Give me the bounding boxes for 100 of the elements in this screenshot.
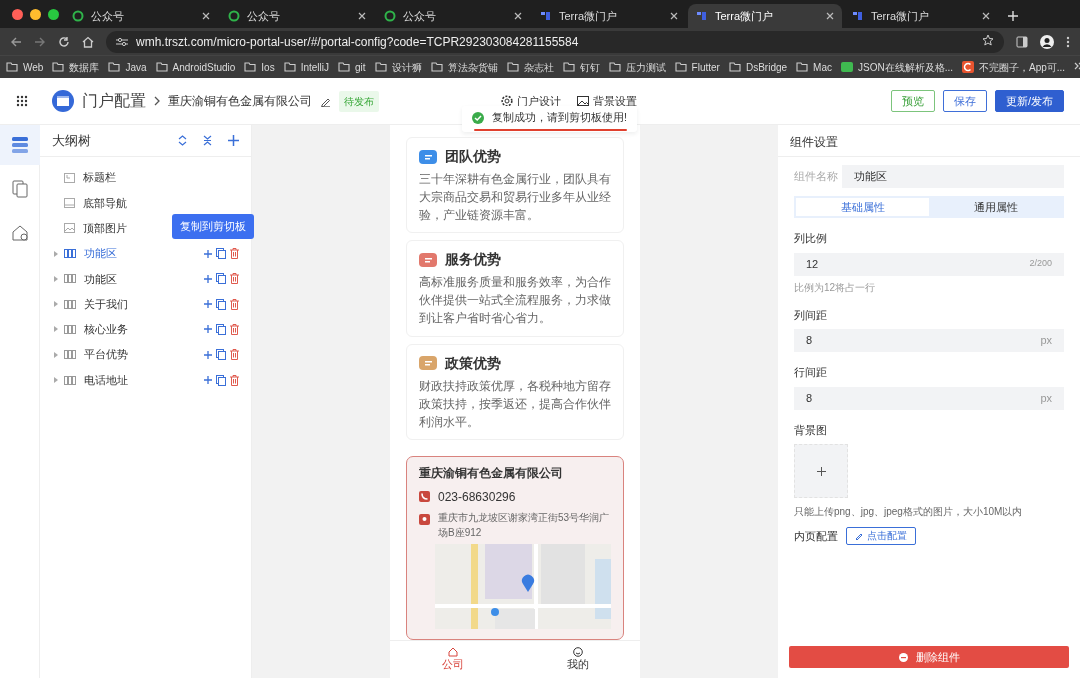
bookmark[interactable]: Flutter — [674, 59, 720, 75]
address-bar[interactable]: wmh.trszt.com/micro-portal-user/#/portal-config?code=TCPR292303084281155584 — [106, 30, 1004, 53]
delete-icon[interactable] — [230, 349, 239, 361]
copy-icon[interactable] — [216, 349, 226, 361]
tree-item[interactable]: 平台优势 — [40, 342, 251, 368]
card-text: 三十年深耕有色金属行业，团队具有大宗商品交易和贸易行业多年从业经验，产业链资源丰富。 — [419, 172, 611, 223]
columns-icon — [64, 299, 76, 309]
close-icon[interactable] — [358, 12, 366, 20]
configure-button[interactable]: 点击配置 — [846, 527, 916, 546]
tree-item[interactable]: 底部导航 — [40, 190, 251, 216]
copy-icon[interactable] — [216, 323, 226, 335]
more-icon[interactable] — [1066, 35, 1070, 48]
bookmark[interactable]: 算法杂货铺 — [430, 59, 498, 75]
close-icon[interactable] — [982, 12, 990, 20]
close-icon[interactable] — [514, 12, 522, 20]
publish-button[interactable]: 更新/发布 — [994, 90, 1064, 112]
title-bar-icon — [64, 172, 75, 183]
panel-title: 大纲树 — [52, 131, 91, 150]
bookmark[interactable]: 压力测试 — [608, 59, 666, 75]
apps-grid-icon[interactable] — [16, 95, 28, 107]
settings-tab[interactable]: 通用属性 — [929, 198, 1062, 216]
delete-icon[interactable] — [230, 323, 239, 335]
bottom-nav-tab[interactable]: 公司 — [390, 641, 515, 678]
save-button[interactable]: 保存 — [942, 90, 987, 112]
bookmark[interactable]: 钉钉 — [562, 59, 600, 75]
bookmark[interactable]: 杂志社 — [506, 59, 554, 75]
page-title: 门户配置 — [82, 91, 146, 111]
edit-icon — [855, 532, 863, 541]
bookmark[interactable]: 不完圈子，App可... — [962, 59, 1066, 75]
close-icon[interactable] — [202, 12, 210, 20]
tab-title: 公众号 — [403, 8, 436, 24]
bookmark[interactable]: Java — [108, 59, 147, 75]
reload-icon[interactable] — [58, 35, 70, 48]
settings-tab[interactable]: 基础属性 — [796, 198, 929, 216]
delete-icon[interactable] — [230, 248, 239, 260]
side-panel-icon[interactable] — [1016, 35, 1028, 48]
avatar-icon[interactable] — [1040, 34, 1054, 49]
bookmark[interactable]: 设计狮 — [374, 59, 422, 75]
bookmark[interactable]: Web — [6, 59, 44, 75]
copy-icon[interactable] — [216, 374, 226, 386]
copy-icon[interactable] — [216, 248, 226, 260]
bookmark[interactable]: IntelliJ — [283, 59, 330, 75]
delete-icon[interactable] — [230, 298, 239, 310]
close-icon[interactable] — [670, 12, 678, 20]
back-icon[interactable] — [10, 35, 22, 48]
delete-icon[interactable] — [230, 273, 239, 285]
tree-item[interactable]: 核心业务 — [40, 316, 251, 343]
bookmark[interactable]: AndroidStudio — [155, 59, 236, 75]
browser-tab[interactable]: 公众号 — [376, 4, 530, 28]
star-icon[interactable] — [982, 33, 994, 46]
sidebar-tab[interactable] — [0, 125, 40, 165]
folder-icon — [728, 61, 741, 73]
minus-circle-icon — [898, 652, 908, 662]
browser-tab[interactable]: Terra微门户 — [532, 4, 686, 28]
plus-icon[interactable] — [228, 135, 239, 146]
bookmark[interactable]: Mac — [796, 59, 832, 75]
hint-text: 只能上传png、jpg、jpeg格式的图片，大小10M以内 — [794, 505, 1024, 519]
caret-icon — [54, 275, 58, 282]
bookmark[interactable]: git — [338, 59, 366, 75]
bookmark[interactable]: DsBridge — [728, 59, 788, 75]
window-control-icon[interactable] — [30, 9, 41, 20]
collapse-icon[interactable] — [203, 135, 212, 146]
home-icon[interactable] — [82, 35, 94, 48]
delete-button[interactable]: 删除组件 — [789, 646, 1069, 668]
browser-tab[interactable]: Terra微门户 — [688, 4, 842, 28]
mode-tab[interactable]: 门户设计 — [501, 92, 561, 110]
browser-tab[interactable]: 公众号 — [220, 4, 374, 28]
tree-item[interactable]: 电话地址 — [40, 367, 251, 393]
input-field[interactable]: 12 2/200 — [794, 252, 1064, 276]
mode-tab[interactable]: 背景设置 — [577, 92, 637, 110]
close-icon[interactable] — [826, 12, 834, 20]
home-icon — [447, 646, 458, 657]
tree-item[interactable]: 功能区 — [40, 266, 251, 292]
bookmark[interactable]: 数据库 — [52, 59, 100, 75]
tree-item[interactable]: 关于我们 — [40, 291, 251, 317]
preview-button[interactable]: 预览 — [890, 90, 935, 112]
folder-icon — [506, 61, 519, 73]
window-control-icon[interactable] — [48, 9, 59, 20]
browser-tab[interactable]: Terra微门户 — [844, 4, 998, 28]
folder-icon — [374, 61, 387, 73]
card-title: 服务优势 — [445, 250, 501, 270]
field-label: 内页配置 — [794, 528, 838, 544]
browser-tab[interactable]: 公众号 — [64, 4, 218, 28]
success-icon — [472, 111, 484, 124]
expand-icon[interactable] — [178, 135, 187, 146]
bottom-nav-tab[interactable]: 我的 — [515, 641, 640, 678]
name-field[interactable]: 功能区 — [842, 165, 1064, 188]
address-text: 重庆市九龙坡区谢家湾正街53号华润广场B座912 — [438, 510, 611, 540]
forward-icon[interactable] — [34, 35, 46, 48]
delete-icon[interactable] — [230, 374, 239, 386]
columns-icon — [64, 324, 76, 334]
folder-icon — [608, 61, 621, 73]
bookmark[interactable]: Ios — [244, 59, 275, 75]
tree-item[interactable]: 标题栏 — [40, 165, 251, 191]
copy-icon[interactable] — [216, 298, 226, 310]
bookmark[interactable]: JSON在线解析及格... — [841, 59, 953, 75]
input-field[interactable]: 8 px — [794, 329, 1064, 352]
window-control-icon[interactable] — [12, 9, 23, 20]
copy-icon[interactable] — [216, 273, 226, 285]
input-field[interactable]: 8 px — [794, 386, 1064, 410]
